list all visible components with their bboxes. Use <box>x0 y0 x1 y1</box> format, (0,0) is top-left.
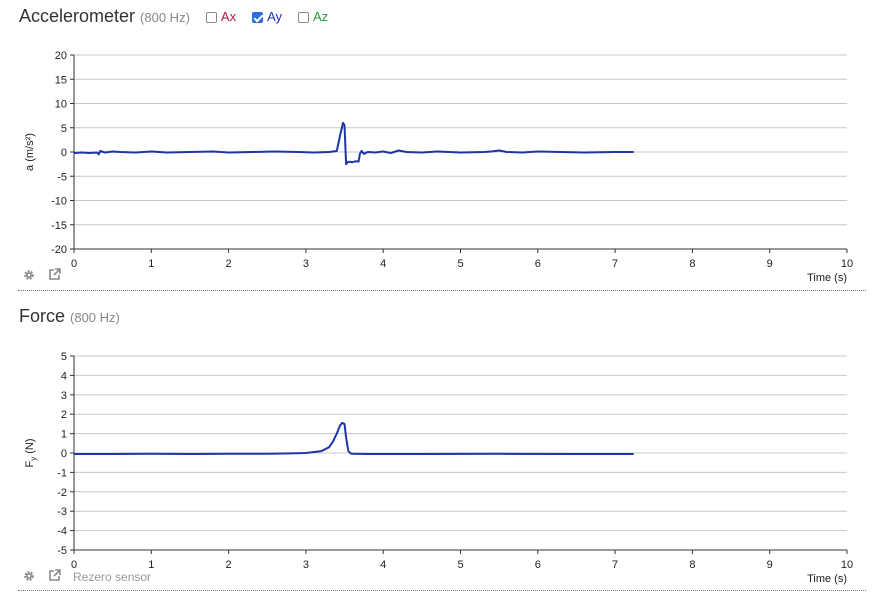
y-tick-label: -15 <box>51 220 67 232</box>
y-axis-label: Fy (N) <box>24 438 38 467</box>
force-title: Force <box>19 306 66 326</box>
y-tick-label: 15 <box>55 74 67 86</box>
x-tick-label: 0 <box>71 258 77 270</box>
y-tick-label: -5 <box>57 171 67 183</box>
checkbox-az-label: Az <box>313 9 329 24</box>
y-tick-label: -20 <box>51 244 67 256</box>
force-rate: (800 Hz) <box>70 310 120 325</box>
x-tick-label: 3 <box>303 258 309 270</box>
panel-separator <box>18 290 866 291</box>
y-axis-label: a (m/s²) <box>24 133 36 171</box>
gear-icon[interactable] <box>23 570 35 585</box>
rezero-sensor-button[interactable]: Rezero sensor <box>73 570 151 584</box>
y-tick-label: 0 <box>61 448 67 460</box>
y-tick-label: 4 <box>61 370 67 382</box>
y-tick-label: -3 <box>57 506 67 518</box>
accelerometer-header: Accelerometer (800 Hz) Ax Ay Az <box>19 6 328 27</box>
x-tick-label: 4 <box>380 559 386 571</box>
checkbox-ay[interactable]: Ay <box>252 9 282 24</box>
gear-icon[interactable] <box>23 269 35 284</box>
x-tick-label: 1 <box>148 258 154 270</box>
x-tick-label: 10 <box>841 258 853 270</box>
y-tick-label: 1 <box>61 429 67 441</box>
y-tick-label: 0 <box>61 147 67 159</box>
y-tick-label: 2 <box>61 409 67 421</box>
checkbox-ax-box[interactable] <box>205 12 217 23</box>
y-tick-label: 3 <box>61 390 67 402</box>
y-tick-label: -5 <box>57 545 67 557</box>
y-tick-label: -1 <box>57 467 67 479</box>
y-tick-label: -4 <box>57 526 67 538</box>
x-tick-label: 7 <box>612 559 618 571</box>
x-tick-label: 6 <box>535 258 541 270</box>
checkbox-az-box[interactable] <box>298 12 310 23</box>
x-tick-label: 8 <box>689 258 695 270</box>
x-tick-label: 9 <box>767 559 773 571</box>
x-tick-label: 2 <box>226 258 232 270</box>
checkbox-ax[interactable]: Ax <box>205 9 237 24</box>
x-tick-label: 5 <box>457 258 463 270</box>
accelerometer-panel: 20 15 10 5 0 -5 -10 -15 -20 0 1 2 3 4 5 6 7 8 9 10 Time (s) a… <box>0 0 875 292</box>
force-header: Force (800 Hz) <box>19 306 120 327</box>
series-line-ay <box>73 121 634 166</box>
checkbox-az[interactable]: Az <box>298 9 328 24</box>
x-axis-label: Time (s) <box>807 573 847 585</box>
y-tick-label: -10 <box>51 196 67 208</box>
x-tick-label: 6 <box>535 559 541 571</box>
x-tick-label: 5 <box>457 559 463 571</box>
x-tick-label: 4 <box>380 258 386 270</box>
checkbox-ay-label: Ay <box>267 9 283 24</box>
external-link-icon[interactable] <box>48 268 61 284</box>
y-tick-label: 5 <box>61 123 67 135</box>
force-panel: 5 4 3 2 1 0 -1 -2 -3 -4 -5 0 1 2 3 4 5 6 7 8 9 10 Time (s) Fy (… <box>0 300 875 592</box>
force-chart: 543210-1-2-3-4-50 1 2 3 4 5 6 7 8 9 10Time (s)Fy (… <box>24 351 853 585</box>
checkbox-ay-box[interactable] <box>252 12 264 23</box>
accelerometer-title: Accelerometer <box>19 6 136 26</box>
external-link-icon[interactable] <box>48 569 61 585</box>
y-tick-label: 5 <box>61 351 67 363</box>
x-tick-label: 10 <box>841 559 853 571</box>
series-line-fy <box>74 421 634 455</box>
x-tick-label: 7 <box>612 258 618 270</box>
x-tick-label: 9 <box>767 258 773 270</box>
panel-separator <box>18 590 866 591</box>
x-tick-label: 8 <box>689 559 695 571</box>
y-tick-label: -2 <box>57 487 67 499</box>
y-tick-label: 10 <box>55 99 67 111</box>
x-axis-label: Time (s) <box>807 272 847 284</box>
y-tick-label: 20 <box>55 50 67 62</box>
accelerometer-rate: (800 Hz) <box>140 10 190 25</box>
checkbox-ax-label: Ax <box>220 9 237 24</box>
x-tick-label: 3 <box>303 559 309 571</box>
accelerometer-chart: 20 15 10 5 0 -5 -10 -15 -20 0 1 2 3 4 5 6 7 8 9 10 Time (s) a… <box>24 50 853 284</box>
x-tick-label: 2 <box>226 559 232 571</box>
